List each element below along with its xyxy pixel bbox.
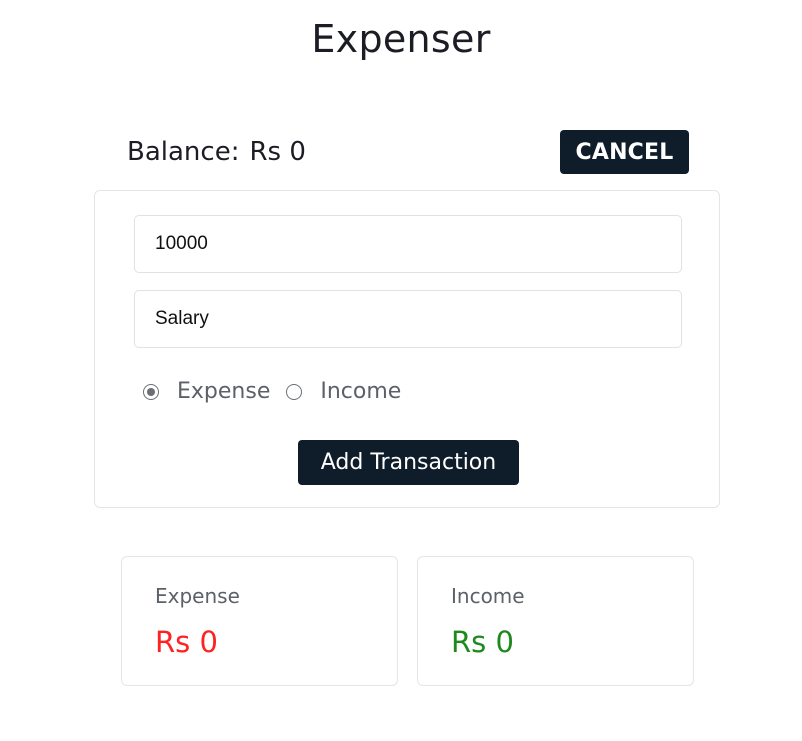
cancel-button[interactable]: CANCEL <box>560 130 689 174</box>
expense-radio[interactable] <box>143 383 159 400</box>
balance-display: Balance: Rs 0 <box>127 137 306 167</box>
description-input[interactable] <box>134 290 682 348</box>
balance-row: Balance: Rs 0 CANCEL <box>127 130 689 174</box>
transaction-type-group: Expense Income <box>143 379 417 404</box>
amount-input[interactable] <box>134 215 682 273</box>
income-radio-label[interactable]: Income <box>320 379 401 404</box>
income-summary-label: Income <box>451 584 525 608</box>
expense-summary-label: Expense <box>155 584 240 608</box>
expense-radio-label[interactable]: Expense <box>177 379 270 404</box>
add-transaction-button[interactable]: Add Transaction <box>298 440 519 485</box>
expense-summary-value: Rs 0 <box>155 625 218 659</box>
balance-label: Balance: <box>127 137 240 167</box>
balance-value: Rs 0 <box>249 137 306 167</box>
app-title: Expenser <box>311 17 491 61</box>
income-summary-card: Income Rs 0 <box>417 556 694 686</box>
transaction-form: Expense Income Add Transaction <box>94 190 720 508</box>
income-summary-value: Rs 0 <box>451 625 514 659</box>
income-radio[interactable] <box>286 383 303 400</box>
expense-summary-card: Expense Rs 0 <box>121 556 398 686</box>
